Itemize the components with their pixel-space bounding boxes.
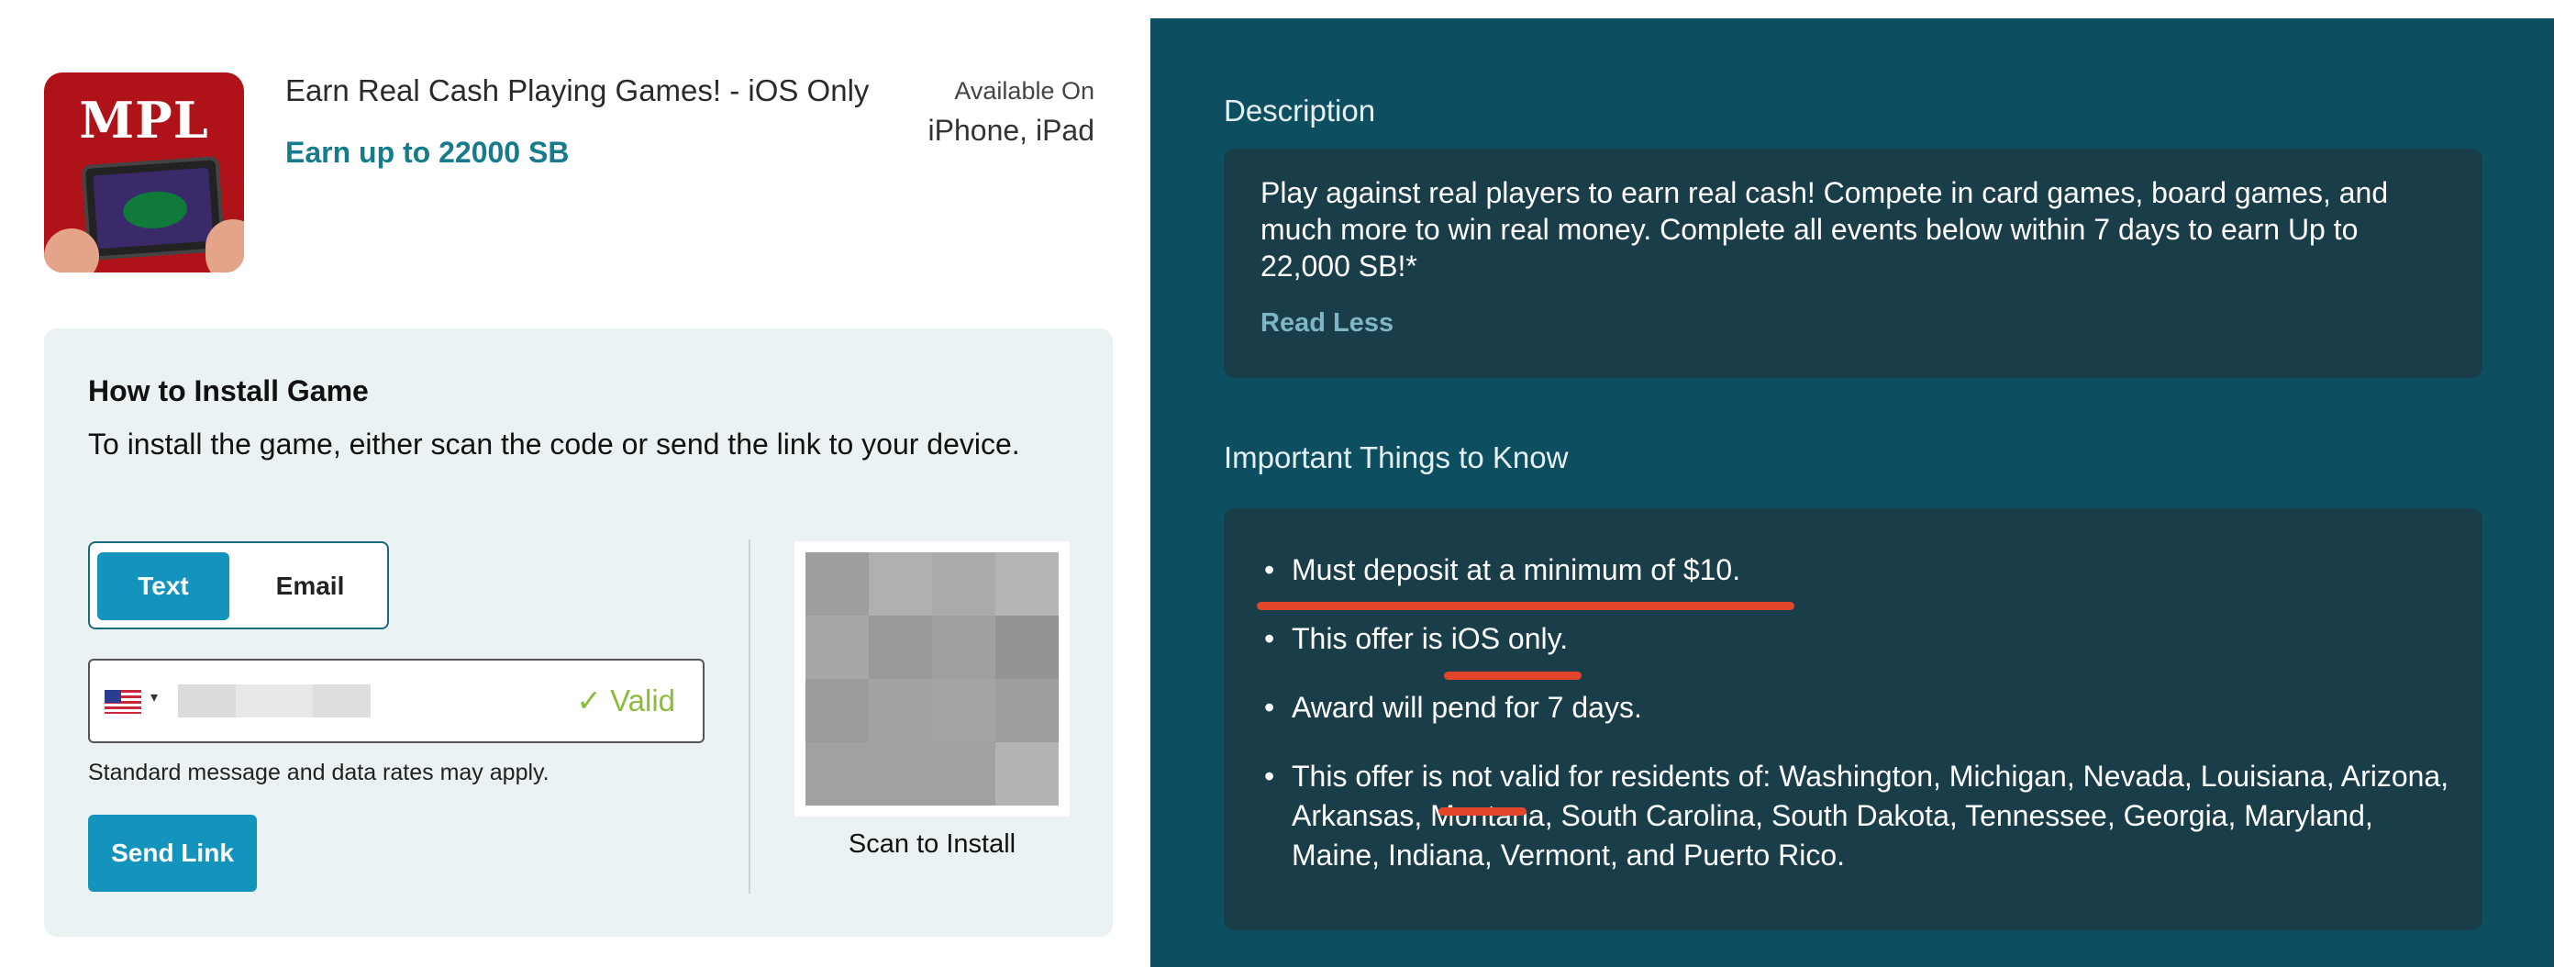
send-method-toggle: Text Email: [88, 541, 389, 629]
install-card: How to Install Game To install the game,…: [44, 328, 1113, 937]
qr-block: [805, 552, 869, 616]
qr-block: [805, 742, 869, 806]
qr-block: [995, 552, 1059, 616]
important-heading: Important Things to Know: [1224, 440, 1569, 474]
install-title: How to Install Game: [88, 374, 369, 407]
app-logo-text: MPL: [79, 91, 209, 150]
app-icon: MPL: [44, 72, 244, 272]
install-description: To install the game, either scan the cod…: [88, 428, 1020, 461]
important-card: • Must deposit at a minimum of $10. • This…: [1224, 508, 2482, 930]
qr-block: [869, 742, 932, 806]
phone-number-field[interactable]: ▾ ✓ Valid: [88, 659, 705, 743]
qr-code: [794, 541, 1070, 817]
list-item: • This offer is not valid for residents o…: [1264, 760, 2449, 872]
phone-illustration: [81, 155, 226, 261]
scan-to-install-label: Scan to Install: [848, 829, 1016, 859]
qr-block: [995, 616, 1059, 679]
earn-amount: Earn up to 22000 SB: [285, 136, 570, 169]
vertical-divider: [749, 539, 750, 894]
tab-text[interactable]: Text: [97, 552, 229, 620]
qr-block: [995, 742, 1059, 806]
offer-details-panel: Description Play against real players to…: [1150, 18, 2554, 967]
qr-code-image: [805, 552, 1059, 806]
description-heading: Description: [1224, 94, 1376, 128]
qr-block: [932, 552, 995, 616]
qr-block: [869, 552, 932, 616]
caret-down-icon[interactable]: ▾: [150, 688, 158, 706]
app-title: Earn Real Cash Playing Games! - iOS Only: [285, 73, 870, 107]
available-devices: iPhone, iPad: [927, 114, 1094, 147]
available-on-label: Available On: [954, 77, 1094, 105]
tab-email[interactable]: Email: [246, 552, 374, 620]
offer-install-panel: MPL Earn Real Cash Playing Games! - iOS …: [0, 0, 1147, 967]
us-flag-icon[interactable]: [105, 690, 141, 714]
qr-block: [805, 616, 869, 679]
qr-block: [932, 616, 995, 679]
rates-note: Standard message and data rates may appl…: [88, 760, 550, 785]
description-text: Play against real players to earn real c…: [1260, 176, 2389, 283]
qr-block: [932, 679, 995, 742]
annotation-underline-deposit: [1257, 602, 1794, 610]
valid-status: ✓ Valid: [576, 684, 675, 717]
list-item: • This offer is iOS only.: [1264, 622, 1569, 655]
qr-block: [805, 679, 869, 742]
qr-block: [932, 742, 995, 806]
read-less-link[interactable]: Read Less: [1260, 308, 1393, 339]
annotation-underline-ios: [1444, 672, 1582, 680]
qr-block: [869, 616, 932, 679]
list-item: • Must deposit at a minimum of $10.: [1264, 553, 1741, 586]
list-item: • Award will pend for 7 days.: [1264, 691, 1642, 724]
qr-block: [995, 679, 1059, 742]
annotation-underline-not: [1438, 807, 1527, 816]
phone-number-redacted[interactable]: [178, 684, 371, 717]
send-link-button[interactable]: Send Link: [88, 815, 257, 892]
description-card: Play against real players to earn real c…: [1224, 149, 2482, 378]
qr-block: [869, 679, 932, 742]
